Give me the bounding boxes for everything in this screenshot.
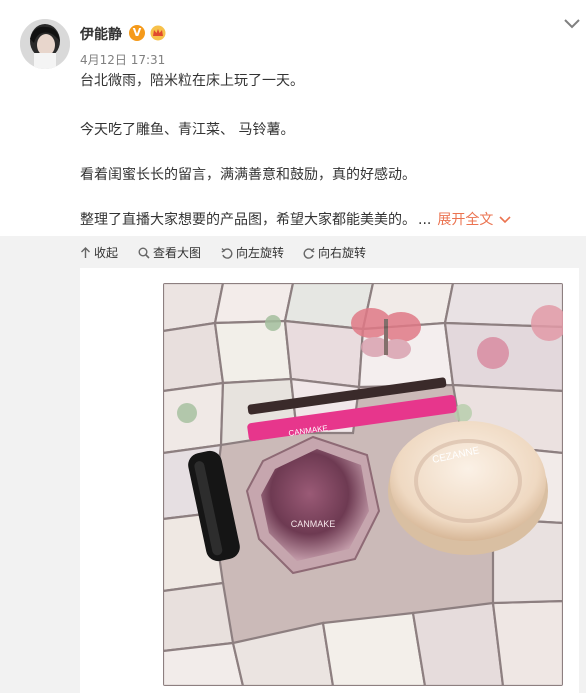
rotate-left-icon	[221, 248, 233, 259]
collapse-button[interactable]: 收起	[80, 244, 118, 261]
collapse-arrow-icon	[81, 247, 90, 258]
verified-badge-icon: V	[129, 25, 145, 41]
blush-brand-text: CANMAKE	[291, 519, 336, 529]
magnify-icon	[138, 247, 150, 259]
view-large-button[interactable]: 查看大图	[138, 244, 201, 261]
media-toolbar: 收起 查看大图 向左旋转 向右旋转	[80, 236, 580, 266]
cosmetics-photo: CANMAKE CANMAKE CEZANNE	[163, 283, 563, 686]
post-text-line: 今天吃了雕鱼、青江菜、 马铃薯。	[80, 122, 295, 138]
expand-full-text-link[interactable]: 展开全文	[437, 212, 493, 228]
chevron-down-icon[interactable]	[563, 16, 581, 30]
avatar-image	[20, 19, 70, 69]
view-large-label: 查看大图	[153, 246, 202, 260]
post-timestamp[interactable]: 4月12日 17:31	[80, 51, 165, 68]
avatar[interactable]	[20, 19, 70, 69]
username[interactable]: 伊能静	[80, 24, 122, 44]
rotate-right-button[interactable]: 向右旋转	[303, 244, 366, 261]
expand-chevron-icon[interactable]	[499, 212, 511, 228]
post-text-line: 整理了直播大家想要的产品图，希望大家都能美美的。	[80, 212, 416, 228]
ellipsis: ...	[418, 212, 432, 228]
collapse-label: 收起	[94, 246, 119, 260]
rotate-left-label: 向左旋转	[236, 246, 285, 260]
post-text-line: 看着闺蜜长长的留言，满满善意和鼓励，真的好感动。	[80, 167, 416, 183]
post-text-line: 台北微雨，陪米粒在床上玩了一天。	[80, 73, 304, 89]
rotate-right-label: 向右旋转	[318, 246, 367, 260]
post-text-line-last: 整理了直播大家想要的产品图，希望大家都能美美的。... 展开全文	[80, 209, 511, 229]
rotate-right-icon	[303, 248, 315, 259]
weibo-post: 伊能静 V 4月12日 17:31 台北微雨，陪米粒在床上玩了一天。 今天吃了雕…	[0, 0, 586, 693]
crown-badge-icon[interactable]	[149, 25, 167, 41]
post-photo[interactable]: CANMAKE CANMAKE CEZANNE	[163, 283, 563, 686]
rotate-left-button[interactable]: 向左旋转	[221, 244, 284, 261]
